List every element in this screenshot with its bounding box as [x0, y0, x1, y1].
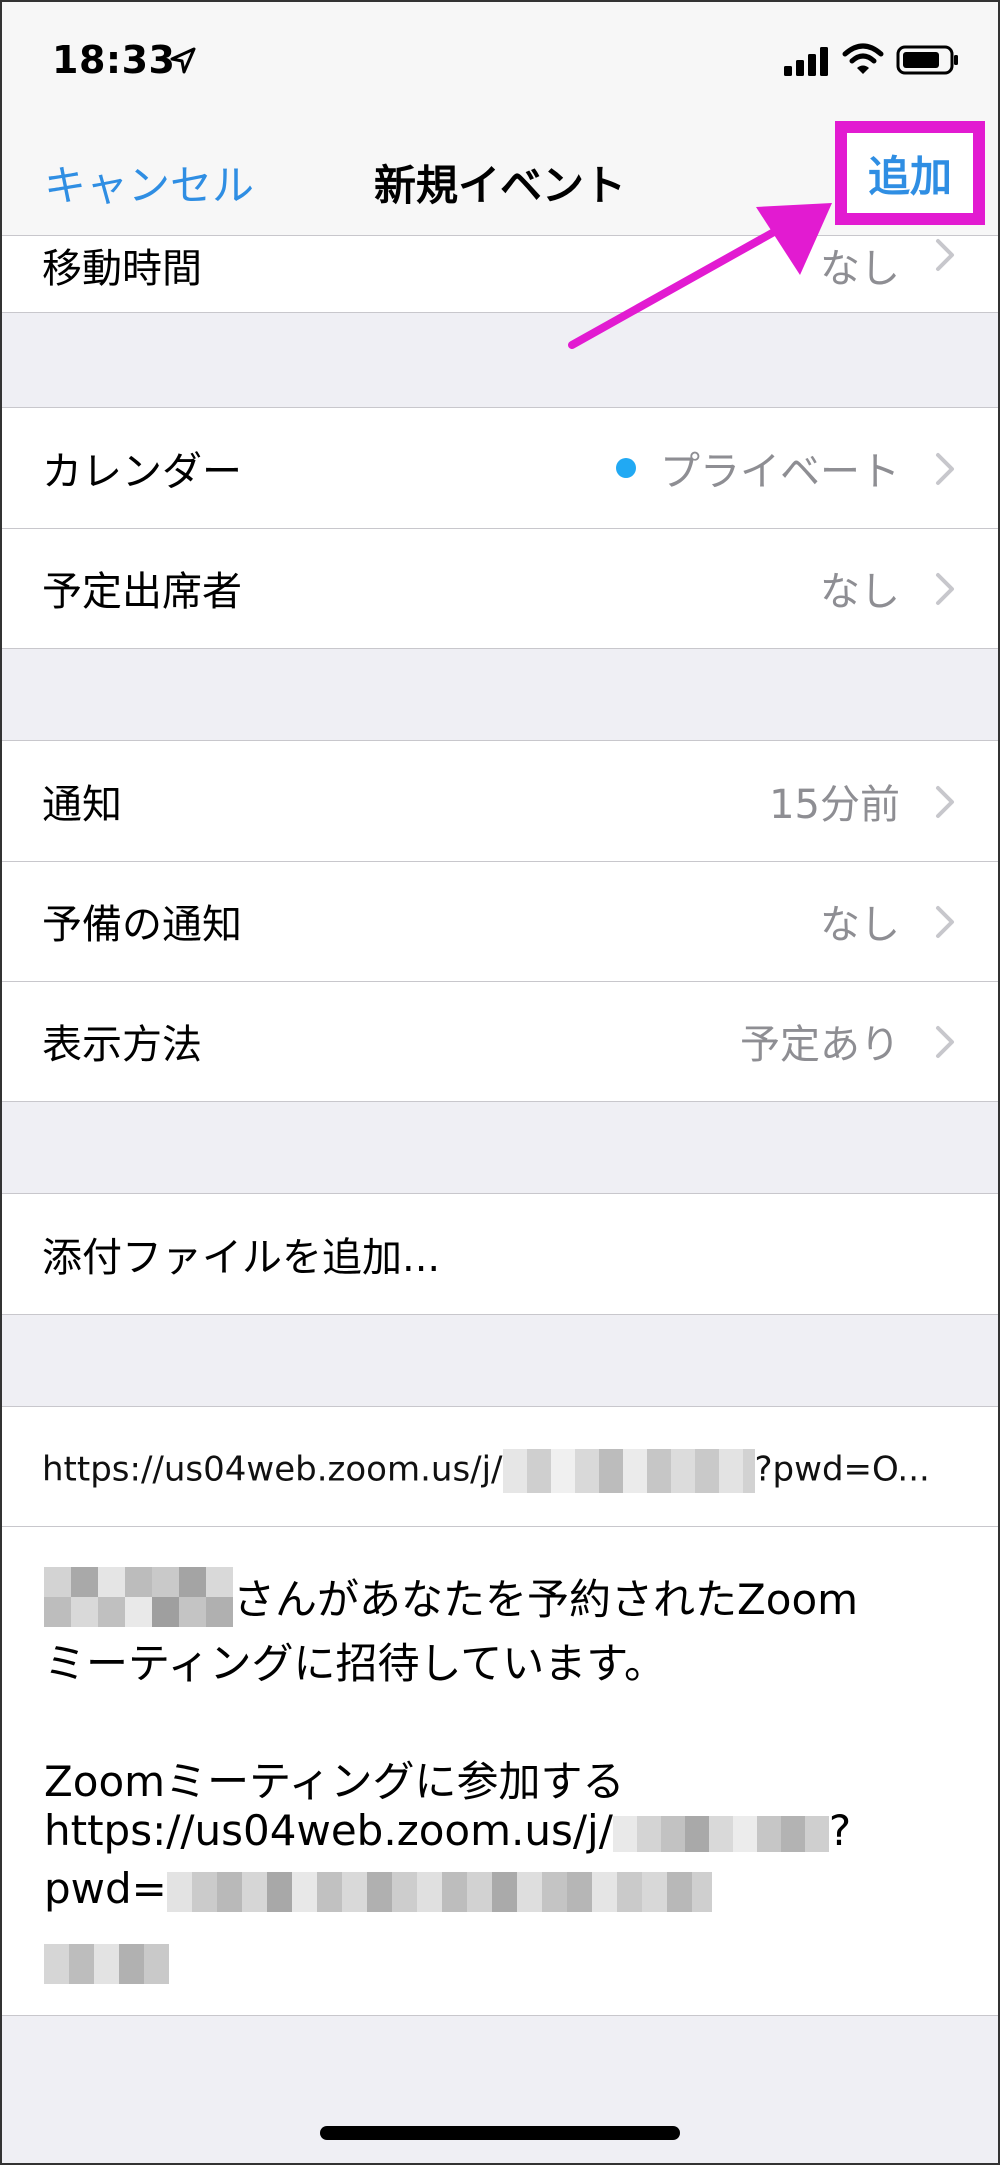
calendar-label: カレンダー	[42, 449, 242, 495]
navigation-bar: 新規イベント キャンセル 追加	[0, 118, 1000, 236]
calendar-name: プライベート	[660, 449, 900, 495]
travel-time-group: 移動時間 なし	[0, 236, 1000, 313]
url-prefix: https://us04web.zoom.us/j/	[42, 1449, 503, 1490]
notes-line-6	[44, 1936, 169, 1985]
notes-line-3: Zoomミーティングに参加する	[44, 1757, 625, 1806]
calendar-group: カレンダー プライベート 予定出席者 なし	[0, 407, 1000, 649]
second-alert-row[interactable]: 予備の通知 なし	[0, 861, 1000, 981]
show-as-label: 表示方法	[42, 1022, 202, 1068]
alerts-group: 通知 15分前 予備の通知 なし 表示方法 予定あり	[0, 740, 1000, 1102]
show-as-row[interactable]: 表示方法 予定あり	[0, 981, 1000, 1101]
redacted-host-name	[44, 1566, 233, 1627]
notes-line-4: https://us04web.zoom.us/j/ ?	[44, 1806, 851, 1855]
url-text: https://us04web.zoom.us/j/ ?pwd=O...	[42, 1449, 930, 1493]
travel-time-label: 移動時間	[42, 246, 202, 292]
alert-row[interactable]: 通知 15分前	[0, 741, 1000, 861]
invitees-row[interactable]: 予定出席者 なし	[0, 528, 1000, 648]
notes-line-1: さんがあなたを予約されたZoom	[44, 1566, 858, 1627]
chevron-right-icon	[936, 1026, 954, 1058]
cellular-signal-icon	[784, 47, 828, 76]
url-field[interactable]: https://us04web.zoom.us/j/ ?pwd=O...	[0, 1407, 1000, 1527]
chevron-right-icon	[936, 906, 954, 938]
chevron-right-icon	[936, 786, 954, 818]
second-alert-value: なし	[820, 902, 900, 948]
show-as-value: 予定あり	[740, 1022, 900, 1068]
notes-url-prefix: https://us04web.zoom.us/j/	[44, 1806, 613, 1855]
location-arrow-icon	[170, 47, 196, 74]
cancel-button[interactable]: キャンセル	[44, 152, 254, 213]
alert-label: 通知	[42, 782, 122, 828]
add-attachment-row[interactable]: 添付ファイルを追加...	[0, 1194, 1000, 1314]
chevron-right-icon	[936, 453, 954, 485]
url-suffix: ?pwd=O...	[754, 1449, 930, 1490]
redacted-meeting-id	[612, 1815, 829, 1852]
second-alert-label: 予備の通知	[42, 902, 242, 948]
notes-line-1-text: さんがあなたを予約されたZoom	[233, 1575, 859, 1624]
redacted-meeting-id	[502, 1449, 755, 1493]
alert-value: 15分前	[769, 782, 900, 828]
annotation-arrow-icon	[568, 203, 832, 349]
notes-line-2: ミーティングに招待しています。	[44, 1639, 667, 1688]
status-bar: 18:33	[0, 0, 1000, 118]
status-time: 18:33	[52, 38, 176, 82]
redacted-password-end	[44, 1943, 169, 1984]
notes-field[interactable]: さんがあなたを予約されたZoom ミーティングに招待しています。 Zoomミーテ…	[0, 1526, 1000, 2016]
redacted-password	[166, 1871, 712, 1912]
home-indicator	[320, 2126, 680, 2140]
add-button[interactable]: 追加	[835, 121, 985, 225]
calendar-row[interactable]: カレンダー プライベート	[0, 408, 1000, 528]
invitees-value: なし	[820, 569, 900, 615]
chevron-right-icon	[936, 573, 954, 605]
calendar-value: プライベート	[616, 439, 900, 497]
url-group: https://us04web.zoom.us/j/ ?pwd=O...	[0, 1406, 1000, 1527]
chevron-right-icon	[936, 239, 954, 271]
wifi-icon	[842, 43, 884, 74]
invitees-label: 予定出席者	[42, 569, 242, 615]
notes-pwd-prefix: pwd=	[44, 1864, 167, 1913]
notes-url-suffix: ?	[828, 1806, 852, 1855]
battery-icon	[896, 45, 958, 75]
attachment-group: 添付ファイルを追加...	[0, 1193, 1000, 1315]
notes-line-5: pwd=	[44, 1864, 712, 1913]
add-attachment-label: 添付ファイルを追加...	[42, 1235, 441, 1281]
travel-time-row[interactable]: 移動時間 なし	[0, 236, 1000, 313]
calendar-color-dot	[616, 458, 636, 478]
